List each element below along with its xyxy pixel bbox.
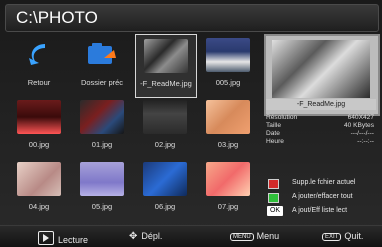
grid-item-label: 03.jpg [217,140,239,149]
grid-item-label: -F_ReadMe.jpg [140,79,192,88]
action-add-clear-all[interactable]: A jouter/effacer tout [266,192,376,204]
grid-item-back[interactable]: Retour [9,34,69,96]
menu-label: Menu [256,231,280,241]
green-key-icon [268,193,279,203]
grid-item-label: Retour [27,78,51,87]
grid-item-02[interactable]: 02.jpg [135,96,195,158]
red-key-icon [268,179,279,189]
file-grid: Retour Dossier préc -F_ReadMe.jpg 005.jp… [9,34,259,216]
footer-exit[interactable]: EXIT Quit. [322,231,363,243]
grid-item-05[interactable]: 05.jpg [72,158,132,220]
photo-thumbnail [143,100,187,134]
grid-item-06[interactable]: 06.jpg [135,158,195,220]
photo-thumbnail [143,162,187,196]
grid-item-00[interactable]: 00.jpg [9,96,69,158]
info-value: 640X427 [347,114,374,121]
footer-move[interactable]: ✥ Dépl. [129,231,162,243]
photo-thumbnail [206,162,250,196]
photo-thumbnail [144,39,188,73]
media-browser-window: C:\PHOTO Retour Dossier préc -F_ReadMe.j… [0,0,382,247]
grid-item-005[interactable]: 005.jpg [198,34,258,96]
photo-thumbnail [80,100,124,134]
grid-item-label: 00.jpg [28,140,50,149]
photo-thumbnail [206,38,250,72]
info-key: Heure [266,138,284,145]
header-bar: C:\PHOTO [5,4,379,32]
info-key: Date [266,130,280,137]
footer-menu[interactable]: MENU Menu [230,231,279,243]
info-value: ---/---/--- [350,130,374,137]
grid-item-readme[interactable]: -F_ReadMe.jpg [135,34,197,98]
grid-item-label: 005.jpg [215,78,241,87]
info-key: Taille [266,122,282,129]
preview-filename: -F_ReadMe.jpg [266,99,376,110]
play-icon [38,231,54,245]
action-label: A jouter/effacer tout [292,193,353,200]
photo-thumbnail [80,162,124,196]
action-label: Supp.le fchier actuel [292,179,356,186]
back-arrow-icon [29,44,45,65]
dpad-icon: ✥ [129,231,138,242]
photo-thumbnail [206,100,250,134]
info-value: --:--:-- [357,138,374,145]
grid-item-03[interactable]: 03.jpg [198,96,258,158]
grid-item-label: 06.jpg [154,202,176,211]
grid-item-label: 05.jpg [91,202,113,211]
grid-item-parent-folder[interactable]: Dossier préc [72,34,132,96]
photo-thumbnail [17,162,61,196]
info-key: Résolution [266,114,298,121]
exit-key-icon: EXIT [322,233,342,241]
action-label: A jout/Eff liste lect [292,207,348,214]
info-value: 40 KBytes [343,122,374,129]
footer-bar: Lecture ✥ Dépl. MENU Menu EXIT Quit. [0,225,382,247]
menu-key-icon: MENU [230,233,254,241]
preview-image [272,40,370,98]
actions-panel: Supp.le fchier actuel A jouter/effacer t… [264,178,376,218]
current-path-title: C:\PHOTO [16,8,98,27]
footer-play[interactable]: Lecture [38,231,89,245]
grid-item-label: 01.jpg [91,140,113,149]
play-label: Lecture [58,235,89,245]
file-info-panel: Résolution 640X427 Taille 40 KBytes Date… [264,114,376,160]
grid-item-label: 04.jpg [28,202,50,211]
grid-item-04[interactable]: 04.jpg [9,158,69,220]
action-delete-current[interactable]: Supp.le fchier actuel [266,178,376,190]
folder-up-icon [88,43,116,64]
grid-item-label: 02.jpg [154,140,176,149]
grid-item-07[interactable]: 07.jpg [198,158,258,220]
action-add-remove-playlist[interactable]: OK A jout/Eff liste lect [266,206,376,218]
grid-item-label: Dossier préc [80,78,124,87]
grid-item-01[interactable]: 01.jpg [72,96,132,158]
grid-item-label: 07.jpg [217,202,239,211]
photo-thumbnail [17,100,61,134]
exit-label: Quit. [344,231,364,241]
move-label: Dépl. [141,231,163,241]
ok-key-icon: OK [267,206,283,216]
